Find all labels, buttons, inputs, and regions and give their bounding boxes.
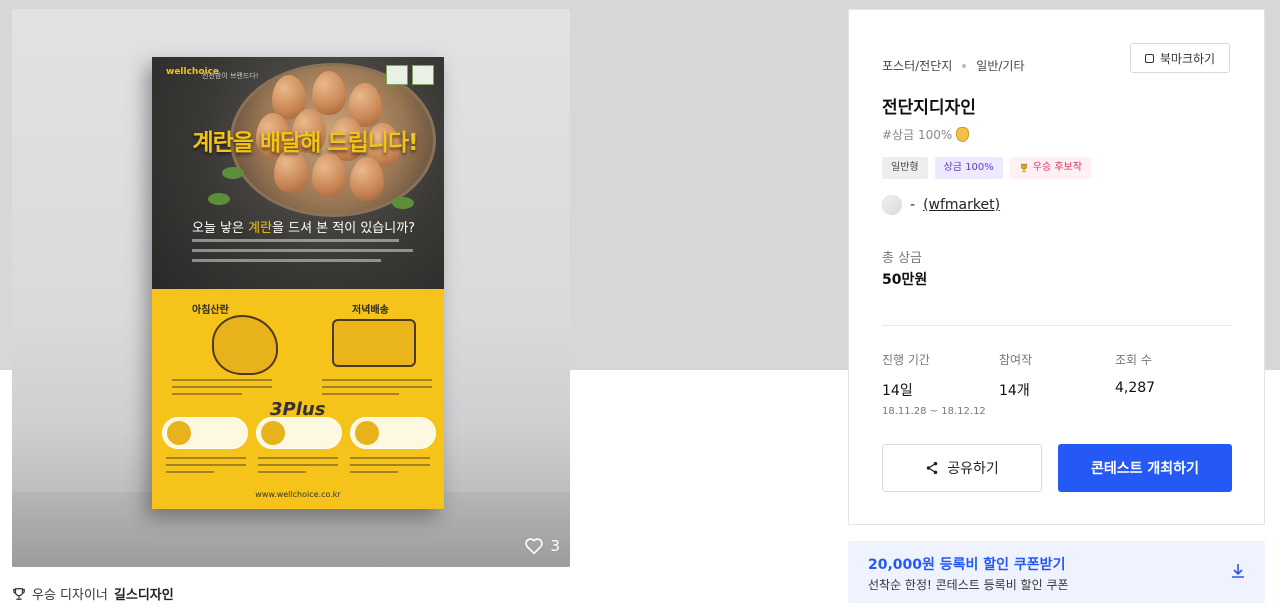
poster-tagline: 신선함이 브랜드다!	[202, 72, 259, 80]
total-prize-label: 총 상금	[882, 251, 923, 266]
download-icon[interactable]	[1231, 563, 1245, 579]
bookmark-icon	[1144, 53, 1154, 63]
poster-photo-area: wellchoice 신선함이 브랜드다! 계란을 배달해 드립니다! 오늘 낳…	[152, 57, 444, 289]
coupon-subtitle: 선착순 한정! 콘테스트 등록비 할인 쿠폰	[868, 578, 1069, 592]
stat-period-label: 진행 기간	[882, 353, 930, 367]
egg-shape	[312, 71, 346, 115]
poster-text-lines	[258, 457, 338, 478]
breadcrumb-separator	[962, 63, 967, 68]
poster-brand-logo: wellchoice	[166, 67, 220, 77]
stat-entries-label: 참여작	[999, 353, 1033, 367]
winning-designer: 우승 디자이너 길스디자인	[12, 584, 174, 603]
leaf-shape	[222, 167, 244, 179]
poster-feature-pill	[162, 417, 248, 449]
contest-tags: 일반형 상금 100% 우승 후보작	[882, 157, 1091, 179]
poster-body-text	[192, 239, 422, 269]
truck-illustration	[332, 319, 416, 367]
stat-entries-value: 14개	[999, 383, 1030, 399]
designer-label: 우승 디자이너	[32, 588, 108, 603]
leaf-shape	[208, 193, 230, 205]
stat-views-label: 조회 수	[1115, 353, 1152, 367]
poster-headline: 계란을 배달해 드립니다!	[192, 130, 418, 156]
poster-morning-label: 아침산란	[192, 305, 229, 316]
like-count: 3	[550, 537, 560, 555]
poster-evening-label: 저녁배송	[352, 305, 389, 316]
egg-shape	[312, 153, 346, 197]
breadcrumb-category[interactable]: 포스터/전단지	[882, 57, 952, 74]
poster-text-lines	[172, 379, 272, 400]
bookmark-button[interactable]: 북마크하기	[1130, 43, 1230, 73]
trophy-icon	[1020, 163, 1027, 173]
stat-period-value: 14일	[882, 383, 913, 399]
coupon-banner[interactable]: 20,000원 등록비 할인 쿠폰받기 선착순 한정! 콘테스트 등록비 할인 …	[848, 541, 1265, 603]
stat-views-value: 4,287	[1115, 380, 1156, 396]
breadcrumb-subcategory[interactable]: 일반/기타	[976, 57, 1024, 74]
bookmark-label: 북마크하기	[1159, 51, 1216, 66]
tag-prize: 상금 100%	[934, 157, 1003, 179]
poster-feature-pill	[256, 417, 342, 449]
money-bag-icon	[956, 127, 970, 142]
poster-subhead: 오늘 낳은 계란을 드셔 본 적이 있습니까?	[192, 221, 416, 236]
share-button[interactable]: 공유하기	[882, 444, 1042, 492]
host-avatar[interactable]	[882, 195, 902, 215]
host-contest-button[interactable]: 콘테스트 개최하기	[1058, 444, 1232, 492]
stat-period: 진행 기간 14일 18.11.28 ~ 18.12.12	[882, 351, 986, 417]
poster-text-lines	[350, 457, 430, 478]
poster-yellow-section: 아침산란 저녁배송 3Plus www.wellchoice.co.kr	[152, 289, 444, 509]
poster-mockup: wellchoice 신선함이 브랜드다! 계란을 배달해 드립니다! 오늘 낳…	[152, 57, 444, 509]
stat-entries: 참여작 14개	[999, 351, 1032, 400]
tag-winner-candidate: 우승 후보작	[1009, 157, 1091, 179]
prize-note: #상금 100%	[882, 126, 970, 143]
share-label: 공유하기	[947, 461, 999, 477]
heart-icon	[525, 538, 544, 555]
poster-feature-pill	[350, 417, 436, 449]
host-prefix: -	[910, 197, 916, 213]
stat-views: 조회 수 4,287	[1115, 351, 1155, 396]
stat-period-range: 18.11.28 ~ 18.12.12	[882, 406, 986, 417]
trophy-icon	[13, 587, 25, 600]
host-link[interactable]: (wfmarket)	[923, 197, 1000, 213]
poster-text-lines	[322, 379, 432, 400]
egg-shape	[350, 157, 384, 201]
total-prize-value: 50만원	[882, 272, 928, 288]
leaf-shape	[392, 197, 414, 209]
contest-title: 전단지디자인	[882, 98, 976, 118]
hen-illustration	[212, 315, 278, 375]
poster-certification-badges	[386, 65, 434, 85]
contest-image[interactable]: wellchoice 신선함이 브랜드다! 계란을 배달해 드립니다! 오늘 낳…	[12, 9, 570, 567]
share-icon	[926, 461, 938, 475]
divider	[882, 325, 1232, 326]
designer-name[interactable]: 길스디자인	[114, 584, 174, 603]
breadcrumb: 포스터/전단지 일반/기타	[882, 57, 1025, 74]
poster-text-lines	[166, 457, 246, 478]
contest-info-panel: 포스터/전단지 일반/기타 북마크하기 전단지디자인 #상금 100% 일반형 …	[848, 9, 1265, 525]
tag-type: 일반형	[882, 157, 928, 179]
contest-host: - (wfmarket)	[882, 195, 1000, 215]
like-button[interactable]: 3	[524, 537, 560, 555]
coupon-title: 20,000원 등록비 할인 쿠폰받기	[868, 557, 1066, 573]
prize-note-text: #상금 100%	[882, 128, 953, 142]
poster-url: www.wellchoice.co.kr	[255, 490, 341, 499]
